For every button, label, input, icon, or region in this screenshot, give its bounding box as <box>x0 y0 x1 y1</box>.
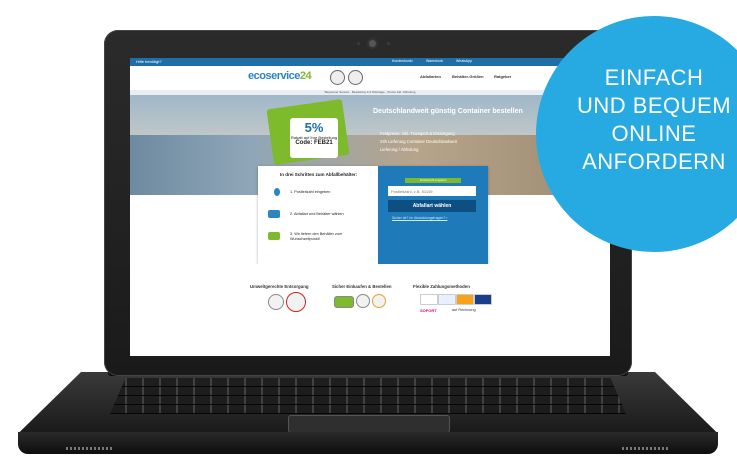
truck-icon <box>268 232 280 240</box>
promo-percent: 5% <box>304 120 324 135</box>
laptop-front-edge <box>18 432 718 454</box>
steps-title: In drei Schritten zum Abfallbehälter: <box>280 172 358 177</box>
footer-col-title: Sicher Einkaufen & Bestellen <box>332 284 392 289</box>
laptop-touchpad <box>288 415 450 433</box>
help-link[interactable]: Sicher ist? Im Abwicklungsfragen? › <box>392 216 447 220</box>
laptop-keyboard <box>110 378 626 414</box>
mastercard-icon <box>456 294 474 305</box>
sensor-dot <box>357 42 360 45</box>
zip-input[interactable] <box>388 186 476 196</box>
eco-seal-icon <box>268 294 284 310</box>
certificate-seal-icon <box>348 70 363 85</box>
invoice-label: auf Rechnung <box>452 308 476 312</box>
certificate-seal-icon <box>330 70 345 85</box>
location-pin-icon <box>274 188 280 196</box>
promo-card: 5% Rabatt auf Ihre Bestellung Code: FEB2… <box>290 118 338 158</box>
certified-seal-icon <box>356 294 370 308</box>
shop-seal-icon <box>372 294 386 308</box>
cart-link[interactable]: Warenkorb <box>426 59 443 63</box>
bubble-line: ONLINE <box>611 121 697 146</box>
help-text[interactable]: Hilfe benötigt? <box>136 59 162 64</box>
whatsapp-link[interactable]: WhatsApp <box>456 59 472 63</box>
sensor-dot <box>387 42 390 45</box>
footer-col-title: Umweltgerechte Entsorgung <box>250 284 309 289</box>
promo-code: Code: FEB21 <box>295 140 333 146</box>
step-3: 3. Wir liefern den Behälter zum Wunschze… <box>290 232 343 241</box>
redcert-seal-icon <box>286 292 306 312</box>
visa-icon <box>474 294 492 305</box>
hero-bullet: Lieferung / Abholung <box>380 147 419 152</box>
sofort-label: SOFORT <box>420 308 437 313</box>
bubble-text: EINFACH UND BEQUEM ONLINE ANFORDERN <box>536 64 737 176</box>
sepa-icon <box>438 294 456 305</box>
hero-bullet: Festpreise: inkl. Transport & Entsorgung <box>380 131 455 136</box>
webcam-icon <box>369 40 376 47</box>
paypal-icon <box>420 294 438 305</box>
nav-behaelter[interactable]: Behälter-Größen <box>452 74 484 79</box>
trust-seal-icon <box>334 296 354 308</box>
bubble-line: UND BEQUEM <box>576 93 732 118</box>
site-logo[interactable]: ecoservice24 <box>248 70 312 82</box>
container-icon <box>268 210 280 218</box>
zip-label: Postleitzahl eingeben <box>405 178 461 183</box>
bubble-line: EINFACH <box>604 65 704 90</box>
step-1: 1. Postleitzahl eingeben <box>290 190 331 194</box>
nav-abfallarten[interactable]: Abfallarten <box>420 74 441 79</box>
hero-bullets: Festpreise: inkl. Transport & Entsorgung… <box>380 130 457 154</box>
zip-form: Postleitzahl eingeben Abfallart wählen S… <box>378 166 488 264</box>
vent-right <box>622 447 670 450</box>
trust-section <box>130 264 610 356</box>
footer-col-title: Flexible Zahlungsmethoden <box>413 284 470 289</box>
logo-number: 24 <box>299 70 312 82</box>
bubble-line: ANFORDERN <box>582 149 726 174</box>
vent-left <box>66 447 114 450</box>
steps-panel: In drei Schritten zum Abfallbehälter: 1.… <box>258 166 378 264</box>
nav-ratgeber[interactable]: Ratgeber <box>494 74 511 79</box>
hero-title: Deutschlandweit günstig Container bestel… <box>373 108 523 115</box>
logo-text: ecoservice <box>248 70 300 82</box>
step-2: 2. Abfallart und Behälter wählen <box>290 212 344 216</box>
account-link[interactable]: Kundenkonto <box>392 59 413 63</box>
choose-waste-button[interactable]: Abfallart wählen <box>388 200 476 212</box>
hero-bullet: 24h Lieferung Container Deutschlandweit <box>380 139 457 144</box>
order-panel: In drei Schritten zum Abfallbehälter: 1.… <box>258 166 488 264</box>
